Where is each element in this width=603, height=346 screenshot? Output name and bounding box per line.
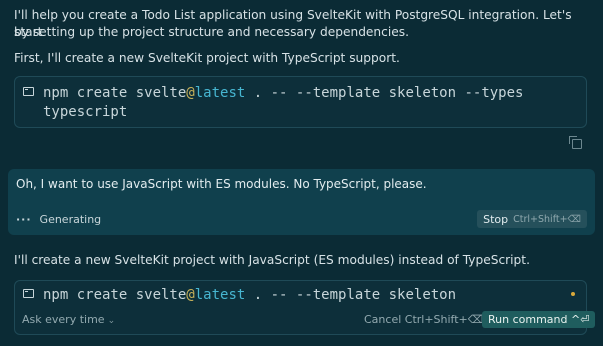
copy-icon[interactable] xyxy=(569,136,582,149)
ask-every-time-dropdown[interactable]: Ask every time ⌄ xyxy=(22,313,115,326)
loading-dots-icon: ··· xyxy=(16,213,32,226)
stop-button[interactable]: Stop Ctrl+Shift+⌫ xyxy=(477,210,587,228)
stop-label: Stop xyxy=(483,212,509,226)
chevron-down-icon: ⌄ xyxy=(107,316,116,326)
generating-indicator: ··· Generating xyxy=(16,213,101,226)
assistant-first-step: First, I'll create a new SvelteKit proje… xyxy=(14,51,400,65)
command-line: npm create svelte@latest . -- --template… xyxy=(23,286,456,305)
user-message: Oh, I want to use JavaScript with ES mod… xyxy=(16,177,427,191)
user-message-panel: Oh, I want to use JavaScript with ES mod… xyxy=(8,169,595,235)
command-line-2: typescript xyxy=(43,104,128,120)
command-block-javascript: npm create svelte@latest . -- --template… xyxy=(14,280,596,335)
assistant-intro-line2: by setting up the project structure and … xyxy=(14,25,409,39)
stop-shortcut: Ctrl+Shift+⌫ xyxy=(513,213,581,225)
cancel-button[interactable]: Cancel Ctrl+Shift+⌫ xyxy=(364,313,483,326)
status-dot xyxy=(571,292,575,296)
assistant-followup: I'll create a new SvelteKit project with… xyxy=(14,253,530,267)
command-block-typescript: npm create svelte@latest . -- --template… xyxy=(14,76,587,128)
run-command-button[interactable]: Run command ^⏎ xyxy=(482,311,596,328)
generating-label: Generating xyxy=(39,213,102,226)
terminal-icon xyxy=(23,87,34,96)
terminal-icon xyxy=(23,289,34,298)
command-line-1: npm create svelte@latest . -- --template… xyxy=(23,84,578,103)
